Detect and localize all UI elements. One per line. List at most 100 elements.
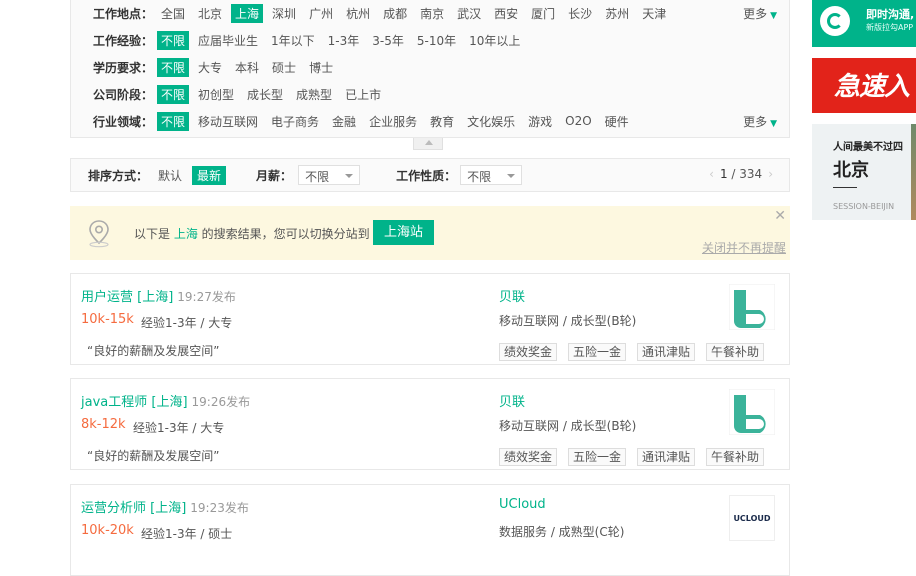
job-title-link[interactable]: java工程师 [上海] 19:26发布: [81, 391, 250, 410]
job-title-link[interactable]: 用户运营 [上海] 19:27发布: [81, 286, 236, 305]
filter-option-selected[interactable]: 不限: [157, 111, 190, 131]
filter-label: 行业领域：: [92, 114, 153, 129]
filter-option[interactable]: 1-3年: [324, 31, 364, 50]
ad-city-line1: 人间最美不过四: [833, 142, 903, 153]
job-salary: 10k-20k: [81, 523, 134, 538]
company-logo[interactable]: [728, 283, 776, 331]
filter-option[interactable]: 武汉: [453, 4, 485, 23]
filter-option[interactable]: 1年以下: [267, 31, 319, 50]
filter-option[interactable]: 教育: [426, 112, 458, 131]
filter-option[interactable]: 10年以上: [465, 31, 524, 50]
filter-option[interactable]: 初创型: [194, 85, 238, 104]
company-logo[interactable]: UCLOUD: [729, 495, 775, 541]
filter-option[interactable]: O2O: [561, 113, 596, 129]
company-logo[interactable]: [728, 388, 776, 436]
job-requirements: 经验1-3年 / 大专: [133, 421, 225, 435]
app-download-ad[interactable]: 即时沟通, 新版拉勾APP: [812, 0, 916, 47]
sort-bar: 排序方式： 默认 最新 月薪： 不限 工作性质： 不限 ‹ 1 / 334 ›: [70, 158, 790, 192]
filter-option[interactable]: 大专: [194, 58, 226, 77]
job-salary: 10k-15k: [81, 312, 134, 327]
filter-option[interactable]: 成熟型: [292, 85, 336, 104]
filter-option[interactable]: 金融: [328, 112, 360, 131]
job-tag: 五险一金: [568, 448, 627, 466]
sort-newest-button[interactable]: 最新: [192, 165, 227, 185]
filter-option[interactable]: 成都: [379, 4, 411, 23]
job-tags: 绩效奖金 五险一金 通讯津贴 午餐补助: [499, 343, 775, 361]
filter-option[interactable]: 长沙: [564, 4, 596, 23]
filter-option[interactable]: 已上市: [341, 85, 385, 104]
filter-option[interactable]: 北京: [194, 4, 226, 23]
ad-divider: [833, 187, 857, 188]
company-name-link[interactable]: UCloud: [499, 497, 546, 512]
filter-option[interactable]: 3-5年: [368, 31, 408, 50]
job-post-time: 19:26发布: [191, 395, 251, 409]
promo-banner-ad[interactable]: 急速入: [812, 58, 916, 113]
filter-option[interactable]: 广州: [305, 4, 337, 23]
filter-option[interactable]: 苏州: [601, 4, 633, 23]
job-quote: “良好的薪酬及发展空间”: [87, 449, 220, 463]
company-logo-text: UCLOUD: [733, 513, 771, 523]
close-icon[interactable]: ✕: [774, 208, 786, 224]
switch-city-button[interactable]: 上海站: [373, 220, 435, 245]
filter-option-selected[interactable]: 不限: [157, 57, 190, 77]
filter-option-selected[interactable]: 不限: [157, 84, 190, 104]
chevron-up-icon: [425, 140, 433, 145]
city-banner-ad[interactable]: 人间最美不过四 北京 SESSION-BEIJIN: [812, 124, 916, 220]
page-current: 1: [719, 167, 728, 181]
job-title: 用户运营 [上海]: [81, 290, 174, 305]
filter-option[interactable]: 文化娱乐: [463, 112, 519, 131]
filter-option[interactable]: 硕士: [268, 58, 300, 77]
more-button[interactable]: 更多 ▼: [743, 113, 777, 130]
filter-option[interactable]: 西安: [490, 4, 522, 23]
ad-photo: [911, 124, 916, 220]
salary-select[interactable]: 不限: [298, 165, 361, 185]
company-name-link[interactable]: 贝联: [499, 391, 525, 410]
salary-select-value: 不限: [305, 170, 330, 184]
filter-option[interactable]: 硬件: [601, 112, 633, 131]
filter-row-industry: 行业领域： 不限 移动互联网 电子商务 金融 企业服务 教育 文化娱乐 游戏 O…: [71, 111, 791, 131]
more-label: 更多: [743, 114, 768, 129]
job-card[interactable]: java工程师 [上海] 19:26发布 8k-12k 经验1-3年 / 大专 “…: [70, 378, 790, 470]
filter-option[interactable]: 深圳: [268, 4, 300, 23]
filter-option[interactable]: 天津: [638, 4, 670, 23]
job-title-link[interactable]: 运营分析师 [上海] 19:23发布: [81, 497, 249, 516]
prev-page-icon[interactable]: ‹: [709, 167, 714, 181]
filter-option[interactable]: 南京: [416, 4, 448, 23]
filter-option[interactable]: 5-10年: [413, 31, 460, 50]
filter-option[interactable]: 成长型: [243, 85, 287, 104]
job-tag: 通讯津贴: [637, 448, 696, 466]
filter-option[interactable]: 应届毕业生: [194, 31, 262, 50]
notice-city: 上海: [173, 227, 198, 241]
pager: ‹ 1 / 334 ›: [703, 167, 779, 181]
job-card[interactable]: 运营分析师 [上海] 19:23发布 10k-20k 经验1-3年 / 硕士 UC…: [70, 484, 790, 576]
filter-option[interactable]: 博士: [305, 58, 337, 77]
filter-option[interactable]: 电子商务: [267, 112, 323, 131]
filter-option[interactable]: 企业服务: [365, 112, 421, 131]
nature-select[interactable]: 不限: [460, 165, 523, 185]
filter-option[interactable]: 本科: [231, 58, 263, 77]
filter-option-selected[interactable]: 不限: [157, 30, 190, 50]
caret-down-icon: [507, 174, 516, 178]
collapse-filters-button[interactable]: [413, 138, 443, 150]
job-card[interactable]: 用户运营 [上海] 19:27发布 10k-15k 经验1-3年 / 大专 “良好…: [70, 273, 790, 365]
filter-option-selected[interactable]: 上海: [231, 3, 264, 23]
filter-option[interactable]: 游戏: [524, 112, 556, 131]
job-requirements: 经验1-3年 / 硕士: [141, 527, 233, 541]
company-name-link[interactable]: 贝联: [499, 286, 525, 305]
notice-suffix: 的搜索结果，您可以切换分站到: [197, 227, 370, 241]
dismiss-notice-link[interactable]: 关闭并不再提醒: [702, 239, 786, 256]
filter-option[interactable]: 全国: [157, 4, 189, 23]
job-tag: 绩效奖金: [499, 343, 558, 361]
job-requirements: 经验1-3年 / 大专: [141, 316, 233, 330]
filter-option[interactable]: 移动互联网: [194, 112, 262, 131]
notice-prefix: 以下是: [134, 227, 174, 241]
filter-option[interactable]: 厦门: [527, 4, 559, 23]
more-label: 更多: [743, 6, 768, 21]
filter-row-location: 工作地点： 全国 北京 上海 深圳 广州 杭州 成都 南京 武汉 西安 厦门 长…: [71, 3, 791, 23]
next-page-icon[interactable]: ›: [768, 167, 773, 181]
company-industry: 移动互联网 / 成长型(B轮): [499, 314, 637, 328]
sort-default-button[interactable]: 默认: [158, 167, 182, 184]
filter-option[interactable]: 杭州: [342, 4, 374, 23]
job-salary: 8k-12k: [81, 417, 126, 432]
more-button[interactable]: 更多 ▼: [743, 5, 777, 22]
